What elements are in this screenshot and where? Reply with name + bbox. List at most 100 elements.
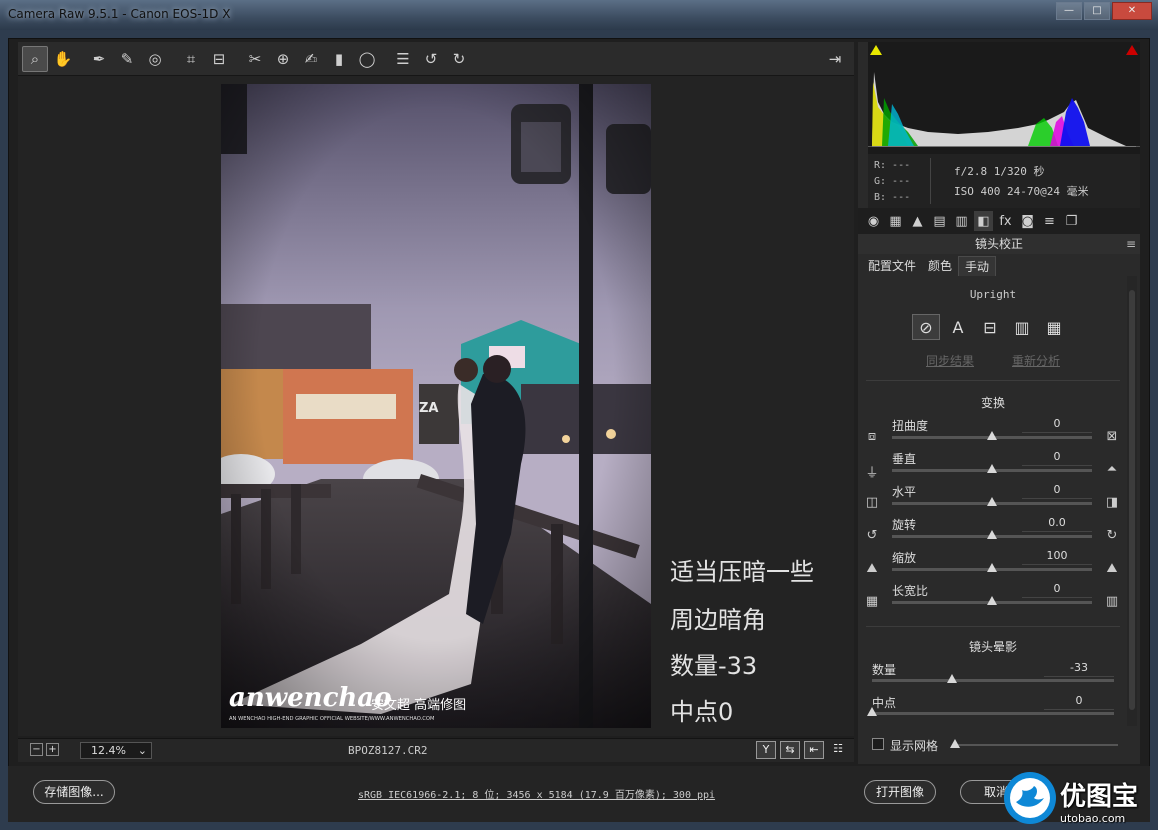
highlight-clipping-warning[interactable] bbox=[1126, 44, 1138, 55]
photo-watermark-cn: 安文超 高端修图 bbox=[371, 697, 466, 713]
adjustment-brush-tool[interactable]: ✍ bbox=[298, 46, 324, 72]
close-button[interactable]: ✕ bbox=[1112, 2, 1152, 20]
tone-curve-tab[interactable]: ▦ bbox=[886, 211, 905, 231]
curve-icon: ▦ bbox=[889, 213, 902, 229]
detail-tab[interactable]: ▲ bbox=[908, 211, 927, 231]
tab-profile[interactable]: 配置文件 bbox=[862, 256, 923, 276]
save-image-button[interactable]: 存储图像... bbox=[33, 780, 115, 804]
aperture-icon: ◉ bbox=[867, 213, 880, 229]
brush-icon: ✍ bbox=[304, 50, 318, 68]
hand-tool[interactable]: ✋ bbox=[50, 46, 76, 72]
annotation-line-4: 中点0 bbox=[670, 698, 734, 726]
horizontal-value[interactable]: 0 bbox=[1022, 483, 1092, 499]
show-grid-checkbox[interactable] bbox=[872, 738, 884, 750]
graduated-filter-tool[interactable]: ▮ bbox=[326, 46, 352, 72]
upright-vertical-button[interactable]: ▥ bbox=[1008, 314, 1036, 340]
crop-icon: ⌗ bbox=[186, 50, 196, 68]
upright-full-button[interactable]: ▦ bbox=[1040, 314, 1068, 340]
panel-scrollbar-thumb[interactable] bbox=[1129, 290, 1135, 710]
shadow-clipping-warning[interactable] bbox=[870, 44, 882, 55]
horizontal-thumb[interactable] bbox=[987, 497, 997, 506]
zoom-level-value: 12.4% bbox=[91, 744, 126, 757]
swap-settings-button[interactable]: ⇆ bbox=[780, 741, 800, 759]
aspect-label: 长宽比 bbox=[892, 584, 929, 598]
workflow-options-link[interactable]: sRGB IEC61966-2.1; 8 位; 3456 x 5184 (17.… bbox=[358, 786, 715, 801]
zoom-level-select[interactable]: 12.4% ⌄ bbox=[80, 742, 152, 759]
rotate-cw-tool[interactable]: ↻ bbox=[446, 46, 472, 72]
zoom-in-button[interactable]: + bbox=[46, 743, 59, 756]
vignette-midpoint-thumb[interactable] bbox=[867, 707, 877, 716]
rotate-thumb[interactable] bbox=[987, 530, 997, 539]
reanalyze-link[interactable]: 重新分析 bbox=[1012, 352, 1060, 369]
lens-corrections-tab[interactable]: ◧ bbox=[974, 211, 993, 231]
radial-filter-icon: ◯ bbox=[358, 50, 376, 68]
radial-filter-tool[interactable]: ◯ bbox=[354, 46, 380, 72]
color-sampler-tool[interactable]: ✎ bbox=[114, 46, 140, 72]
preferences-tool[interactable]: ☰ bbox=[390, 46, 416, 72]
open-image-button[interactable]: 打开图像 bbox=[864, 780, 936, 804]
maximize-button[interactable]: □ bbox=[1084, 2, 1110, 20]
red-eye-tool[interactable]: ⊕ bbox=[270, 46, 296, 72]
photo-preview[interactable]: anwenchao 安文超 高端修图 AN WENCHAO HIGH-END G… bbox=[221, 84, 651, 728]
split-toning-tab[interactable]: ▥ bbox=[952, 211, 971, 231]
vertical-value[interactable]: 0 bbox=[1022, 450, 1092, 466]
scale-value[interactable]: 100 bbox=[1022, 549, 1092, 565]
vignette-amount-track[interactable] bbox=[872, 679, 1114, 682]
white-balance-tool[interactable]: ✒ bbox=[86, 46, 112, 72]
rotate-value[interactable]: 0.0 bbox=[1022, 516, 1092, 532]
crop-tool[interactable]: ⌗ bbox=[178, 46, 204, 72]
grid-size-track[interactable] bbox=[956, 744, 1118, 746]
vertical-right-icon: ⏶ bbox=[1106, 462, 1118, 477]
rotate-ccw-tool[interactable]: ↺ bbox=[418, 46, 444, 72]
copy-settings-button[interactable]: ⇤ bbox=[804, 741, 824, 759]
tab-manual[interactable]: 手动 bbox=[958, 256, 997, 276]
tab-color[interactable]: 颜色 bbox=[922, 256, 959, 276]
vignette-amount-thumb[interactable] bbox=[946, 674, 957, 683]
aspect-right-icon: ▥ bbox=[1105, 594, 1119, 609]
hsl-tab[interactable]: ▤ bbox=[930, 211, 949, 231]
upright-off-button[interactable]: ⊘ bbox=[912, 314, 940, 340]
effects-tab[interactable]: fx bbox=[996, 211, 1015, 231]
minimize-button[interactable]: — bbox=[1056, 2, 1082, 20]
scale-slider-row: ⛰ 缩放 100 ⛰ bbox=[862, 549, 1124, 582]
camera-settings: f/2.8 1/320 秒 ISO 400 24-70@24 毫米 bbox=[954, 162, 1089, 202]
panel-tab-bar: ◉ ▦ ▲ ▤ ▥ ◧ fx ◙ ≡ ❐ bbox=[858, 208, 1140, 234]
distortion-thumb[interactable] bbox=[987, 431, 997, 440]
settings-toggle-button[interactable]: ☷ bbox=[828, 741, 848, 759]
aspect-slider-row: ▦ 长宽比 0 ▥ bbox=[862, 582, 1124, 615]
vignette-amount-slider-row: 数量 -33 bbox=[866, 661, 1118, 695]
wedding-photo: anwenchao 安文超 高端修图 AN WENCHAO HIGH-END G… bbox=[221, 84, 651, 728]
sync-results-link[interactable]: 同步结果 bbox=[926, 352, 974, 369]
grid-size-thumb[interactable] bbox=[950, 739, 960, 748]
vertical-thumb[interactable] bbox=[987, 464, 997, 473]
split-icon: ▥ bbox=[955, 213, 968, 229]
targeted-adjustment-tool[interactable]: ◎ bbox=[142, 46, 168, 72]
sliders-icon: ≡ bbox=[1044, 213, 1055, 229]
basic-tab[interactable]: ◉ bbox=[864, 211, 883, 231]
spot-removal-tool[interactable]: ✂ bbox=[242, 46, 268, 72]
distortion-value[interactable]: 0 bbox=[1022, 417, 1092, 433]
before-after-toggle-button[interactable]: Y bbox=[756, 741, 776, 759]
rotate-label: 旋转 bbox=[892, 518, 917, 532]
aspect-thumb[interactable] bbox=[987, 596, 997, 605]
zoom-tool[interactable]: ⌕ bbox=[22, 46, 48, 72]
list-icon: ☰ bbox=[396, 50, 410, 68]
panel-menu-icon[interactable]: ≡ bbox=[1126, 234, 1136, 254]
vignette-amount-value[interactable]: -33 bbox=[1044, 661, 1114, 677]
upright-auto-button[interactable]: A bbox=[944, 314, 972, 340]
snapshot-icon: ❐ bbox=[1065, 213, 1078, 229]
snapshots-tab[interactable]: ❐ bbox=[1062, 211, 1081, 231]
zoom-out-button[interactable]: − bbox=[30, 743, 43, 756]
straighten-tool[interactable]: ⊟ bbox=[206, 46, 232, 72]
presets-tab[interactable]: ≡ bbox=[1040, 211, 1059, 231]
annotation-line-1: 适当压暗一些 bbox=[670, 558, 814, 586]
no-symbol-icon: ⊘ bbox=[919, 317, 933, 337]
aspect-value[interactable]: 0 bbox=[1022, 582, 1092, 598]
camera-calibration-tab[interactable]: ◙ bbox=[1018, 211, 1037, 231]
upright-level-button[interactable]: ⊟ bbox=[976, 314, 1004, 340]
vignette-midpoint-track[interactable] bbox=[872, 712, 1114, 715]
toggle-fullscreen-button[interactable]: ⇥ bbox=[822, 46, 848, 72]
scale-thumb[interactable] bbox=[987, 563, 997, 572]
histogram bbox=[868, 42, 1140, 154]
vignette-midpoint-value[interactable]: 0 bbox=[1044, 694, 1114, 710]
